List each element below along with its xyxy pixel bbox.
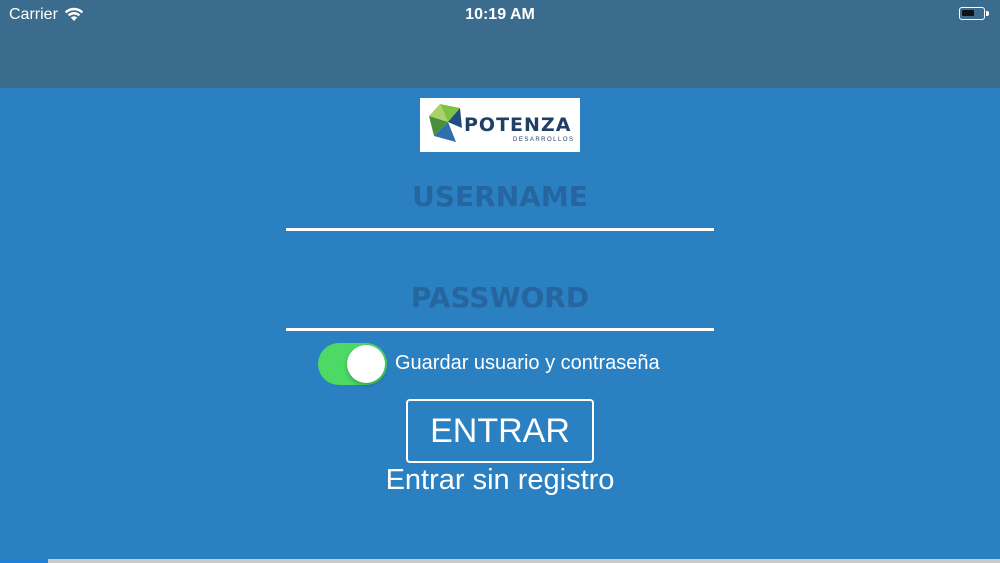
potenza-logo: POTENZA DESARROLLOS	[420, 98, 580, 152]
battery-level	[962, 10, 974, 16]
username-field[interactable]	[286, 176, 714, 216]
password-underline	[286, 328, 714, 331]
username-underline	[286, 228, 714, 231]
remember-credentials-toggle[interactable]	[318, 343, 387, 385]
potenza-logo-mark	[429, 104, 462, 142]
remember-credentials-label: Guardar usuario y contraseña	[395, 352, 660, 374]
toggle-knob	[347, 345, 385, 383]
status-bar: Carrier 10:19 AM	[0, 0, 1000, 30]
battery-icon	[959, 7, 989, 20]
username-input[interactable]	[286, 176, 714, 216]
logo-wordmark: POTENZA	[464, 114, 572, 136]
password-input[interactable]	[286, 277, 714, 317]
battery-tip	[986, 11, 989, 16]
bottom-progress-bar	[0, 559, 1000, 563]
guest-login-link[interactable]: Entrar sin registro	[0, 464, 1000, 497]
status-time: 10:19 AM	[465, 6, 535, 23]
logo-subtitle: DESARROLLOS	[513, 137, 575, 143]
login-button[interactable]: ENTRAR	[406, 399, 594, 463]
password-field[interactable]	[286, 277, 714, 317]
bottom-progress-fill	[0, 559, 48, 563]
